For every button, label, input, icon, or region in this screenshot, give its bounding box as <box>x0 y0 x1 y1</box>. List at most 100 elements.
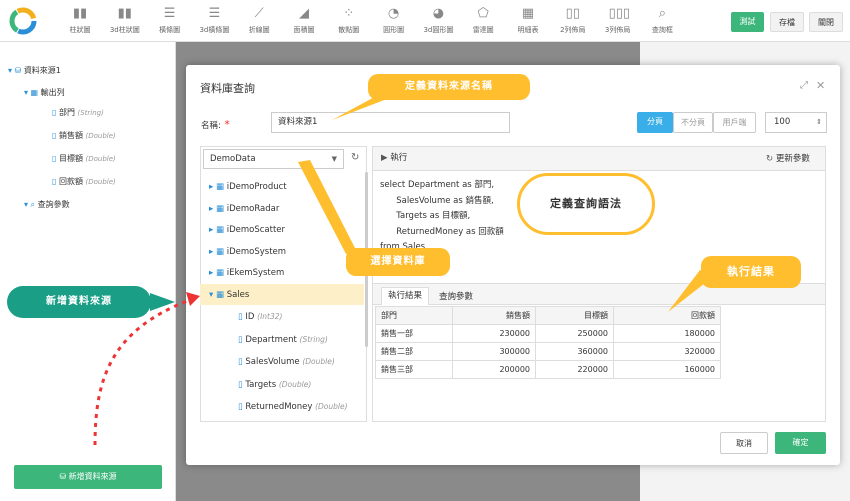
db-table-item[interactable]: ▸ ▦ iDemoScatter <box>209 225 285 235</box>
tool-label: 面積圖 <box>293 26 315 34</box>
table-cell: 銷售二部 <box>375 342 453 361</box>
db-column-item[interactable]: ▯ ReturnedMoney (Double) <box>238 402 348 412</box>
callout-define-name: 定義資料來源名稱 <box>368 74 530 100</box>
tool-scatter-chart[interactable]: ⁘ 散點圖 <box>326 4 372 40</box>
ok-button[interactable]: 確定 <box>775 432 826 454</box>
db-column-item[interactable]: ▯ Targets (Double) <box>238 380 311 390</box>
tool-label: 3d橫條圖 <box>199 26 230 34</box>
chevron-down-icon: ▼ <box>331 155 337 163</box>
page-size-input[interactable]: 100 ⇕ <box>765 112 827 133</box>
refresh-db-icon[interactable]: ↻ <box>351 152 359 163</box>
bar-chart-icon: ▮▮ <box>72 6 88 21</box>
tool-area-chart[interactable]: ◢ 面積圖 <box>281 4 327 40</box>
name-label: 名稱: * <box>201 118 230 131</box>
tool-search[interactable]: ⌕ 查詢框 <box>639 4 685 40</box>
dialog-title: 資料庫查詢 <box>200 82 255 95</box>
table-cell: 320000 <box>613 342 721 361</box>
refresh-params-button[interactable]: ↻ 更新參數 <box>766 152 810 164</box>
tab-query-params[interactable]: 查詢參數 <box>439 290 473 302</box>
db-column-item[interactable]: ▯ Department (String) <box>238 335 328 345</box>
db-table-item[interactable]: ▾ ▦ Sales <box>209 290 249 300</box>
paging-button[interactable]: 分頁 <box>637 112 673 133</box>
database-select[interactable]: DemoData ▼ <box>203 149 344 169</box>
table-row: 銷售一部 230000 250000 180000 <box>375 324 721 343</box>
add-datasource-button[interactable]: ⛁ 新增資料來源 <box>14 465 162 489</box>
db-table-item[interactable]: ▸ ▦ iDemoProduct <box>209 182 287 192</box>
tool-label: 橫條圖 <box>159 26 181 34</box>
table-cell: 180000 <box>613 324 721 343</box>
tool-3d-pie-chart[interactable]: ◕ 3d圓形圖 <box>415 4 461 40</box>
pie-chart-icon: ◔ <box>387 6 400 21</box>
field-icon: ▯ <box>52 108 59 117</box>
play-icon: ▶ <box>381 153 391 163</box>
db-table-item[interactable]: ▸ ▦ iEkemSystem <box>209 268 284 278</box>
tool-label: 雷達圖 <box>472 26 494 34</box>
top-toolbar: ▮▮ 柱狀圖 ▮▮ 3d柱狀圖 ☰ 橫條圖 ☰ 3d橫條圖 ⟋ 折線圖 ◢ 面積圖 ⁘ 散點圖 ◔ 圓形圖 ◕ 3… <box>0 0 850 42</box>
callout-define-sql: 定義查詢語法 <box>517 173 655 235</box>
column-icon: ▯ <box>238 357 243 367</box>
tool-label: 3d柱狀圖 <box>109 26 140 34</box>
cancel-button[interactable]: 取消 <box>720 432 768 454</box>
no-paging-button[interactable]: 不分頁 <box>673 112 713 133</box>
expand-icon[interactable]: ⤢ <box>800 80 808 91</box>
tree-field[interactable]: ▯ 銷售額 (Double) <box>52 130 116 141</box>
name-input[interactable]: 資料來源1 <box>271 112 510 133</box>
tool-two-column[interactable]: ▯▯ 2列佈局 <box>550 4 596 40</box>
tool-line-chart[interactable]: ⟋ 折線圖 <box>236 4 282 40</box>
field-icon: ▯ <box>52 154 59 163</box>
3d-bar-chart-icon: ▮▮ <box>117 6 132 21</box>
client-paging-button[interactable]: 用戶端 <box>713 112 756 133</box>
area-chart-icon: ◢ <box>299 6 309 21</box>
line-chart-icon: ⟋ <box>254 6 264 21</box>
tool-3d-horizontal-bar[interactable]: ☰ 3d橫條圖 <box>191 4 237 40</box>
db-column-item[interactable]: ▯ SalesVolume (Double) <box>238 357 335 367</box>
callout-select-db: 選擇資料庫 <box>346 248 450 276</box>
test-button[interactable]: 測試 <box>731 12 764 32</box>
tool-label: 3d圓形圖 <box>423 26 454 34</box>
tree-output[interactable]: ▾ ▦ 輸出列 <box>24 87 65 98</box>
search-icon: ⌕ <box>658 6 667 21</box>
table-cell: 銷售三部 <box>375 360 453 379</box>
table-icon: ▦ <box>215 289 225 300</box>
tool-pie-chart[interactable]: ◔ 圓形圖 <box>371 4 417 40</box>
three-column-icon: ▯▯▯ <box>608 6 631 21</box>
execute-button[interactable]: ▶ 執行 <box>381 151 407 163</box>
tree-field[interactable]: ▯ 回款額 (Double) <box>52 176 116 187</box>
two-column-icon: ▯▯ <box>565 6 580 21</box>
table-cell: 銷售一部 <box>375 324 453 343</box>
3d-horizontal-bar-icon: ☰ <box>208 6 221 21</box>
result-table: 部門 銷售額 目標額 回款額 銷售一部 230000 250000 180000 銷售二… <box>375 306 721 379</box>
table-cell: 160000 <box>613 360 721 379</box>
tool-table[interactable]: ▦ 明細表 <box>505 4 551 40</box>
db-table-item[interactable]: ▸ ▦ iDemoRadar <box>209 204 279 214</box>
tool-bar-chart[interactable]: ▮▮ 柱狀圖 <box>57 4 103 40</box>
sql-editor[interactable]: select Department as 部門, SalesVolume as … <box>380 178 504 256</box>
tool-3d-bar-chart[interactable]: ▮▮ 3d柱狀圖 <box>102 4 148 40</box>
tree-field[interactable]: ▯ 目標額 (Double) <box>52 153 116 164</box>
tool-label: 2列佈局 <box>560 26 586 34</box>
db-column-item[interactable]: ▯ ID (Int32) <box>238 312 282 322</box>
app-logo-icon <box>9 7 37 35</box>
table-header-row: 部門 銷售額 目標額 回款額 <box>375 306 721 325</box>
tree-field[interactable]: ▯ 部門 (String) <box>52 107 104 118</box>
tool-label: 明細表 <box>517 26 539 34</box>
tool-radar-chart[interactable]: ⬠ 雷達圖 <box>460 4 506 40</box>
horizontal-bar-icon: ☰ <box>163 6 176 21</box>
tool-three-column[interactable]: ▯▯▯ 3列佈局 <box>595 4 641 40</box>
table-header: 目標額 <box>535 306 614 325</box>
save-button[interactable]: 存檔 <box>770 12 804 32</box>
close-button[interactable]: 關閉 <box>809 12 843 32</box>
tool-horizontal-bar[interactable]: ☰ 橫條圖 <box>147 4 193 40</box>
spinner-icon[interactable]: ⇕ <box>816 113 822 132</box>
close-icon[interactable]: ✕ <box>816 79 825 92</box>
db-table-item[interactable]: ▸ ▦ iDemoSystem <box>209 247 286 257</box>
table-icon: ▦ <box>215 203 225 214</box>
tree-datasource[interactable]: ▾ ⛁ 資料來源1 <box>8 65 61 76</box>
scatter-chart-icon: ⁘ <box>343 6 355 21</box>
table-icon: ▦ <box>215 268 225 278</box>
column-icon: ▯ <box>238 334 243 345</box>
tree-query-params[interactable]: ▾ ⌕ 查詢參數 <box>24 199 70 210</box>
table-header: 回款額 <box>613 306 721 325</box>
table-icon: ▦ <box>215 182 225 192</box>
tab-result[interactable]: 執行結果 <box>381 287 429 305</box>
